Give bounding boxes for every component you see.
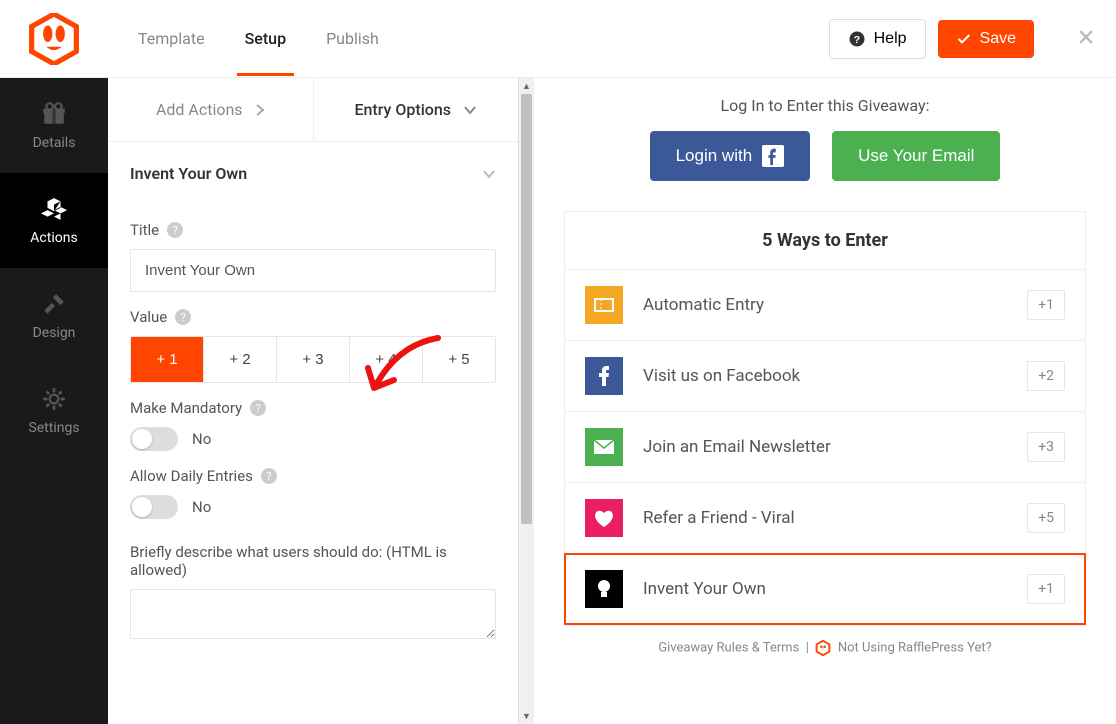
mandatory-label: Make Mandatory ? bbox=[130, 399, 496, 417]
panel-tab-add-actions[interactable]: Add Actions bbox=[108, 78, 314, 141]
value-2[interactable]: + 2 bbox=[204, 337, 277, 382]
value-label: Value ? bbox=[130, 308, 496, 326]
scroll-down-icon[interactable]: ▼ bbox=[519, 708, 534, 724]
not-using-link[interactable]: Not Using RafflePress Yet? bbox=[838, 640, 992, 655]
rafflepress-logo-icon bbox=[28, 13, 80, 65]
tab-setup[interactable]: Setup bbox=[245, 1, 286, 76]
help-tip-icon[interactable]: ? bbox=[167, 222, 183, 238]
sidebar-item-details[interactable]: Details bbox=[0, 78, 108, 173]
entry-row-refer[interactable]: Refer a Friend - Viral +5 bbox=[565, 483, 1085, 554]
entry-points: +1 bbox=[1027, 290, 1065, 320]
chevron-right-icon bbox=[255, 103, 265, 117]
title-label: Title ? bbox=[130, 221, 496, 239]
entry-points: +3 bbox=[1027, 432, 1065, 462]
lightbulb-icon bbox=[585, 570, 623, 608]
login-prompt: Log In to Enter this Giveaway: bbox=[564, 96, 1086, 115]
ticket-icon bbox=[585, 286, 623, 324]
sidebar-item-settings[interactable]: Settings bbox=[0, 363, 108, 458]
gear-icon bbox=[40, 386, 68, 412]
help-tip-icon[interactable]: ? bbox=[261, 468, 277, 484]
logo bbox=[0, 13, 108, 65]
heart-icon bbox=[585, 499, 623, 537]
facebook-icon bbox=[585, 357, 623, 395]
help-tip-icon[interactable]: ? bbox=[175, 309, 191, 325]
section-header[interactable]: Invent Your Own bbox=[130, 142, 496, 205]
entry-list: Automatic Entry +1 Visit us on Facebook … bbox=[564, 269, 1086, 625]
entry-row-automatic[interactable]: Automatic Entry +1 bbox=[565, 270, 1085, 341]
describe-label: Briefly describe what users should do: (… bbox=[130, 543, 496, 579]
chevron-down-icon bbox=[482, 169, 496, 179]
envelope-icon bbox=[585, 428, 623, 466]
entry-row-newsletter[interactable]: Join an Email Newsletter +3 bbox=[565, 412, 1085, 483]
chevron-down-icon bbox=[463, 105, 477, 115]
entry-points: +2 bbox=[1027, 361, 1065, 391]
value-5[interactable]: + 5 bbox=[423, 337, 495, 382]
top-tabs: Template Setup Publish bbox=[138, 1, 379, 76]
entry-points: +1 bbox=[1027, 574, 1065, 604]
value-1[interactable]: + 1 bbox=[131, 337, 204, 382]
preview-pane: Log In to Enter this Giveaway: Login wit… bbox=[534, 78, 1116, 724]
check-icon bbox=[956, 31, 972, 47]
value-3[interactable]: + 3 bbox=[277, 337, 350, 382]
title-input[interactable] bbox=[130, 249, 496, 292]
describe-input[interactable] bbox=[130, 589, 496, 639]
rules-link[interactable]: Giveaway Rules & Terms bbox=[658, 640, 799, 655]
top-right: ? Help Save bbox=[829, 19, 1096, 59]
daily-label: Allow Daily Entries ? bbox=[130, 467, 496, 485]
mandatory-toggle[interactable] bbox=[130, 427, 178, 451]
gift-icon bbox=[40, 101, 68, 127]
topbar: Template Setup Publish ? Help Save bbox=[0, 0, 1116, 78]
save-button[interactable]: Save bbox=[938, 20, 1034, 58]
panel-body: Invent Your Own Title ? Value ? + 1 + 2 … bbox=[108, 142, 518, 724]
facebook-icon bbox=[762, 145, 784, 167]
value-group: + 1 + 2 + 3 + 4 + 5 bbox=[130, 336, 496, 383]
tab-template[interactable]: Template bbox=[138, 1, 205, 76]
svg-text:?: ? bbox=[853, 33, 859, 45]
help-button[interactable]: ? Help bbox=[829, 19, 926, 59]
sidebar-item-actions[interactable]: Actions bbox=[0, 173, 108, 268]
entry-row-facebook[interactable]: Visit us on Facebook +2 bbox=[565, 341, 1085, 412]
daily-toggle[interactable] bbox=[130, 495, 178, 519]
scrollbar-thumb[interactable] bbox=[521, 94, 532, 524]
panel-scrollbar[interactable]: ▲ ▼ bbox=[518, 78, 534, 724]
options-panel: Add Actions Entry Options Invent Your Ow… bbox=[108, 78, 518, 724]
mandatory-value: No bbox=[192, 430, 211, 448]
panel-tab-entry-options[interactable]: Entry Options bbox=[314, 78, 519, 141]
close-button[interactable] bbox=[1076, 27, 1096, 51]
sidebar: Details Actions Design Settings bbox=[0, 78, 108, 724]
tab-publish[interactable]: Publish bbox=[326, 1, 379, 76]
scroll-up-icon[interactable]: ▲ bbox=[519, 78, 534, 94]
use-email-button[interactable]: Use Your Email bbox=[832, 131, 1000, 181]
close-icon bbox=[1076, 27, 1096, 47]
value-4[interactable]: + 4 bbox=[350, 337, 423, 382]
login-facebook-button[interactable]: Login with bbox=[650, 131, 811, 181]
daily-value: No bbox=[192, 498, 211, 516]
design-icon bbox=[40, 291, 68, 317]
entry-points: +5 bbox=[1027, 503, 1065, 533]
rafflepress-small-icon bbox=[815, 640, 831, 656]
help-tip-icon[interactable]: ? bbox=[250, 400, 266, 416]
panel-tabs: Add Actions Entry Options bbox=[108, 78, 518, 142]
sidebar-item-design[interactable]: Design bbox=[0, 268, 108, 363]
help-icon: ? bbox=[848, 30, 866, 48]
cubes-icon bbox=[40, 196, 68, 222]
preview-footer: Giveaway Rules & Terms | Not Using Raffl… bbox=[564, 625, 1086, 670]
ways-title: 5 Ways to Enter bbox=[564, 211, 1086, 269]
entry-row-invent[interactable]: Invent Your Own +1 bbox=[565, 554, 1085, 624]
